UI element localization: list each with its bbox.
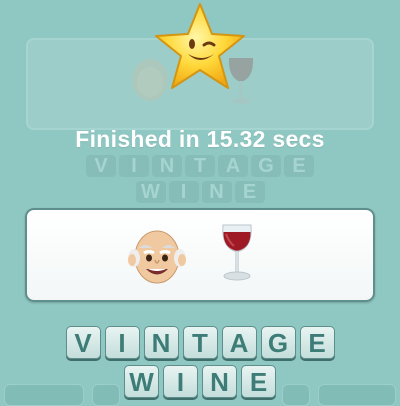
background-tile: V [86, 155, 116, 177]
background-tile: N [152, 155, 182, 177]
answer-letter-tile[interactable]: A [221, 326, 257, 359]
answer-row-1: V I N T A G E [0, 326, 400, 359]
background-answer-row-1: V I N T A G E [0, 155, 400, 177]
background-tile: G [251, 155, 281, 177]
answer-letter-tile[interactable]: I [104, 326, 140, 359]
toolbar-button[interactable] [92, 384, 120, 406]
bottom-toolbar [0, 378, 400, 406]
finished-time-text: Finished in 15.32 secs [75, 126, 325, 152]
answer-letter-tile[interactable]: T [182, 326, 218, 359]
hint-button[interactable] [282, 384, 310, 406]
clue-card [25, 208, 375, 302]
background-tile: N [201, 181, 232, 203]
old-man-icon [126, 226, 188, 291]
background-tile: I [119, 155, 149, 177]
toolbar-button[interactable] [318, 384, 396, 406]
background-tile: E [234, 181, 265, 203]
answer-letter-tile[interactable]: E [299, 326, 335, 359]
answer-letter-tile[interactable]: G [260, 326, 296, 359]
background-tile: W [135, 181, 166, 203]
answer-letter-tile[interactable]: V [65, 326, 101, 359]
background-tile: E [284, 155, 314, 177]
wine-glass-icon [220, 222, 254, 287]
answer-letter-tile[interactable]: N [143, 326, 179, 359]
background-answer-row-2: W I N E [0, 181, 400, 203]
winking-star-icon [152, 0, 248, 101]
background-tile: T [185, 155, 215, 177]
background-tile: A [218, 155, 248, 177]
toolbar-button[interactable] [4, 384, 84, 406]
background-tile: I [168, 181, 199, 203]
